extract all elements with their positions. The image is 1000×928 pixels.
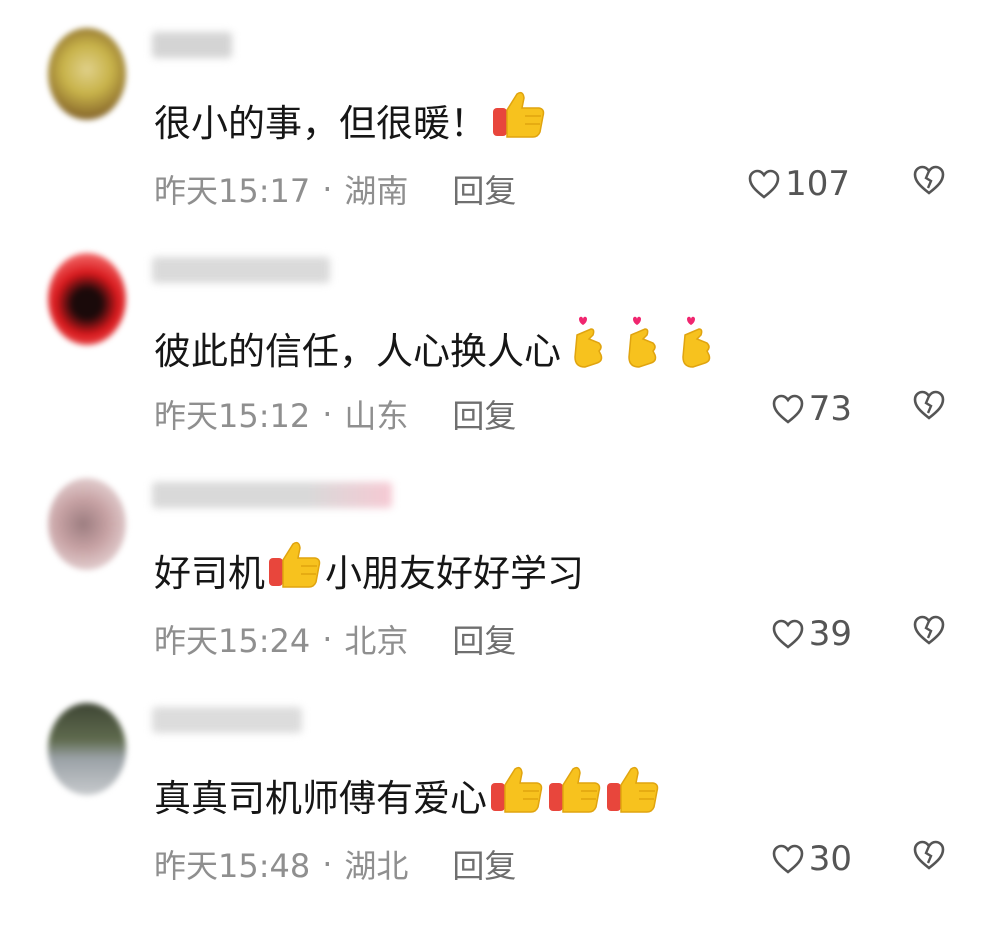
dislike-button[interactable] [912,839,946,875]
like-count: 107 [785,164,850,204]
heart-outline-icon [748,169,780,199]
reply-button[interactable]: 回复 [452,616,516,662]
comment-item-4: 真真司机师傅有爱心 昨天15:48 · 湖北 回复 30 [0,703,1000,928]
heart-outline-icon [772,619,804,649]
like-count: 30 [808,839,852,879]
comment-meta: 昨天15:24 · 北京 回复 [154,616,516,662]
comment-time: 昨天15:48 [154,847,311,885]
username-blurred[interactable] [152,482,392,508]
heart-hands-icon [673,315,725,380]
comment-item-1: 很小的事，但很暖！ 昨天15:17 · 湖南 回复 107 [0,28,1000,253]
comment-text-content: 很小的事，但很暖！ [154,101,487,145]
comment-text: 真真司机师傅有爱心 [154,765,663,824]
heart-outline-icon [772,394,804,424]
comment-meta: 昨天15:48 · 湖北 回复 [154,841,516,887]
separator-dot: · [322,845,333,883]
avatar[interactable] [48,703,126,795]
comment-time: 昨天15:24 [154,622,311,660]
username-blurred[interactable] [152,32,232,58]
username-blurred[interactable] [152,707,302,733]
broken-heart-icon [913,840,945,870]
thumbs-up-icon [605,765,661,824]
comment-time: 昨天15:17 [154,172,311,210]
thumbs-up-icon [489,765,545,824]
comment-location: 北京 [344,622,409,660]
dislike-button[interactable] [912,389,946,425]
avatar[interactable] [48,28,126,120]
avatar[interactable] [48,253,126,345]
like-button[interactable]: 73 [771,389,852,429]
username-blurred[interactable] [152,257,330,283]
avatar[interactable] [48,478,126,570]
emoji-group [491,90,549,149]
comment-text-content: 彼此的信任，人心换人心 [154,329,561,373]
dislike-button[interactable] [912,164,946,200]
comment-location: 湖南 [344,172,409,210]
broken-heart-icon [913,390,945,420]
broken-heart-icon [913,165,945,195]
comment-location: 湖北 [344,847,409,885]
broken-heart-icon [913,615,945,645]
emoji-group [565,315,727,380]
thumbs-up-icon [267,540,323,599]
like-count: 39 [808,614,852,654]
thumbs-up-icon [491,90,547,149]
reply-button[interactable]: 回复 [452,391,516,437]
reply-button[interactable]: 回复 [452,166,516,212]
reply-button[interactable]: 回复 [452,841,516,887]
comment-text: 好司机 小朋友好好学习 [154,540,584,599]
separator-dot: · [322,395,333,433]
comment-location: 山东 [344,397,409,435]
comment-text: 很小的事，但很暖！ [154,90,549,149]
heart-hands-icon [619,315,671,380]
comment-meta: 昨天15:17 · 湖南 回复 [154,166,516,212]
like-count: 73 [808,389,852,429]
heart-hands-icon [565,315,617,380]
like-button[interactable]: 39 [771,614,852,654]
comment-time: 昨天15:12 [154,397,311,435]
comment-meta: 昨天15:12 · 山东 回复 [154,391,516,437]
separator-dot: · [322,620,333,658]
comment-text-after: 小朋友好好学习 [325,551,584,595]
separator-dot: · [322,170,333,208]
comment-text-before: 好司机 [154,551,265,595]
comment-text-content: 真真司机师傅有爱心 [154,776,487,820]
comment-item-2: 彼此的信任，人心换人心 昨天15:12 · 山东 回复 73 [0,253,1000,478]
comment-text: 彼此的信任，人心换人心 [154,315,727,380]
comment-item-3: 好司机 小朋友好好学习 昨天15:24 · 北京 回复 39 [0,478,1000,703]
dislike-button[interactable] [912,614,946,650]
heart-outline-icon [772,844,804,874]
like-button[interactable]: 30 [771,839,852,879]
thumbs-up-icon [547,765,603,824]
emoji-group [267,540,325,599]
emoji-group [489,765,663,824]
like-button[interactable]: 107 [747,164,850,204]
